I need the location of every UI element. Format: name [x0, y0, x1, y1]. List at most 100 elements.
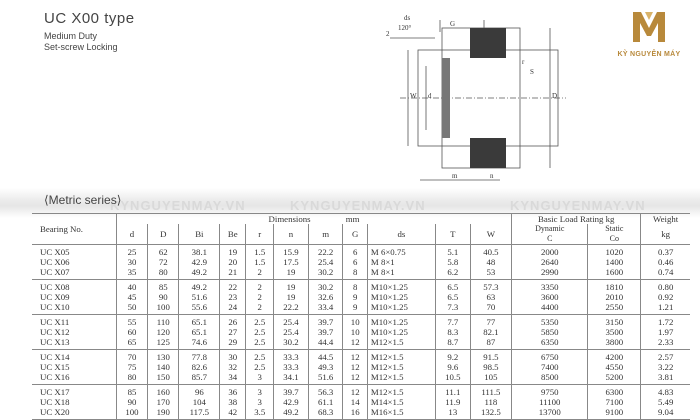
table-cell: 12: [342, 337, 368, 350]
table-cell: 39.7: [307, 314, 343, 327]
table-cell: 65.1: [178, 327, 220, 337]
table-cell: 42: [219, 407, 246, 420]
table-cell: 3150: [587, 314, 641, 327]
table-cell: 32: [219, 362, 246, 372]
table-cell: 6.5: [434, 292, 471, 302]
table-cell: 140: [147, 362, 179, 372]
table-cell: 4.83: [640, 384, 690, 397]
table-cell: 10.5: [434, 372, 471, 385]
table-cell: 56.3: [307, 384, 343, 397]
table-cell: 23: [219, 292, 246, 302]
table-cell: 117.5: [178, 407, 220, 420]
table-cell: 25.4: [307, 257, 343, 267]
table-cell: 8: [342, 279, 368, 292]
table-cell: 77: [469, 314, 512, 327]
subtitle-duty: Medium Duty: [44, 31, 98, 41]
table-row: UC X10 50 100 55.6 24 2 22.2 33.4 9 M10×1.25 7.3 70…: [32, 302, 690, 315]
table-cell: 10: [342, 314, 368, 327]
table-cell: M10×1.25: [366, 314, 436, 327]
header-ds: ds: [366, 224, 436, 245]
table-cell: M 8×1: [366, 257, 436, 267]
table-cell: 65.1: [178, 314, 220, 327]
table-cell: 55.6: [178, 302, 220, 315]
table-cell: M16×1.5: [366, 407, 436, 420]
bearing-number-cell: UC X07: [32, 267, 117, 280]
header-load-rating: Basic Load Rating kg: [511, 213, 641, 224]
table-cell: M 6×0.75: [366, 244, 436, 257]
table-cell: 170: [147, 397, 179, 407]
table-cell: 3800: [587, 337, 641, 350]
spec-table-body: UC X05 25 62 38.1 19 1.5 15.9 22.2 6 M 6×0.75 5.1 4…: [32, 244, 690, 420]
header-w: W: [469, 224, 512, 245]
table-cell: 14: [342, 397, 368, 407]
table-cell: 38: [219, 397, 246, 407]
table-cell: 50: [115, 302, 148, 315]
table-cell: 98.5: [469, 362, 512, 372]
watermark-text: KYNGUYENMAY.VN: [110, 198, 246, 213]
table-cell: 82.1: [469, 327, 512, 337]
table-cell: 1.5: [245, 244, 274, 257]
table-cell: 104: [178, 397, 220, 407]
header-dynamic: Dynamic C: [511, 224, 588, 245]
table-cell: 91.5: [469, 349, 512, 362]
table-cell: 44.5: [307, 349, 343, 362]
table-cell: 15.9: [273, 244, 309, 257]
table-cell: 12: [342, 372, 368, 385]
table-cell: 100: [147, 302, 179, 315]
table-cell: 3: [245, 384, 274, 397]
table-cell: 110: [147, 314, 179, 327]
table-cell: 63: [469, 292, 512, 302]
table-cell: 74.6: [178, 337, 220, 350]
header-dimensions: Dimensions mm: [115, 213, 512, 224]
table-cell: 8.3: [434, 327, 471, 337]
table-cell: 8.7: [434, 337, 471, 350]
table-cell: 36: [219, 384, 246, 397]
table-cell: 2.33: [640, 337, 690, 350]
table-cell: 5.49: [640, 397, 690, 407]
table-cell: 132.5: [469, 407, 512, 420]
table-cell: 11100: [511, 397, 588, 407]
label-d: d: [428, 92, 432, 100]
table-cell: 9.04: [640, 407, 690, 420]
table-cell: 1020: [587, 244, 641, 257]
table-cell: 7400: [511, 362, 588, 372]
table-cell: 90: [115, 397, 148, 407]
table-cell: 3.22: [640, 362, 690, 372]
label-r: r: [522, 58, 525, 66]
bearing-cross-section-drawing: ds 2 120° G S W d D r m n Bi: [386, 14, 566, 198]
table-cell: 4550: [587, 362, 641, 372]
table-cell: 9.6: [434, 362, 471, 372]
table-cell: 22.2: [273, 302, 309, 315]
table-cell: 0.46: [640, 257, 690, 267]
table-cell: 2000: [511, 244, 588, 257]
table-cell: 3: [245, 372, 274, 385]
table-cell: 10: [342, 327, 368, 337]
table-cell: 12: [342, 349, 368, 362]
table-cell: 3500: [587, 327, 641, 337]
header-dimensions-label: Dimensions: [268, 214, 311, 224]
table-cell: 85.7: [178, 372, 220, 385]
table-cell: 6750: [511, 349, 588, 362]
section-title: ⟨Metric series⟩: [44, 193, 122, 207]
table-cell: 33.4: [307, 302, 343, 315]
table-cell: 70: [115, 349, 148, 362]
table-cell: 100: [115, 407, 148, 420]
table-cell: 29: [219, 337, 246, 350]
brand-logo: KỲ NGUYÊN MÁY: [604, 8, 694, 64]
table-cell: 48: [469, 257, 512, 267]
table-cell: 62: [147, 244, 179, 257]
header-n: n: [273, 224, 309, 245]
table-cell: 3.81: [640, 372, 690, 385]
table-cell: 75: [115, 362, 148, 372]
table-cell: 9: [342, 292, 368, 302]
table-cell: 2550: [587, 302, 641, 315]
header-g: G: [342, 224, 368, 245]
bearing-number-cell: UC X14: [40, 352, 70, 362]
table-cell: 2640: [511, 257, 588, 267]
table-cell: 61.1: [307, 397, 343, 407]
table-row: UC X16 80 150 85.7 34 3 34.1 51.6 12 M12×1.5 10.5 1…: [32, 372, 690, 385]
table-cell: M10×1.25: [366, 327, 436, 337]
table-cell: 19: [273, 292, 309, 302]
table-cell: 5.1: [434, 244, 471, 257]
table-cell: 16: [342, 407, 368, 420]
